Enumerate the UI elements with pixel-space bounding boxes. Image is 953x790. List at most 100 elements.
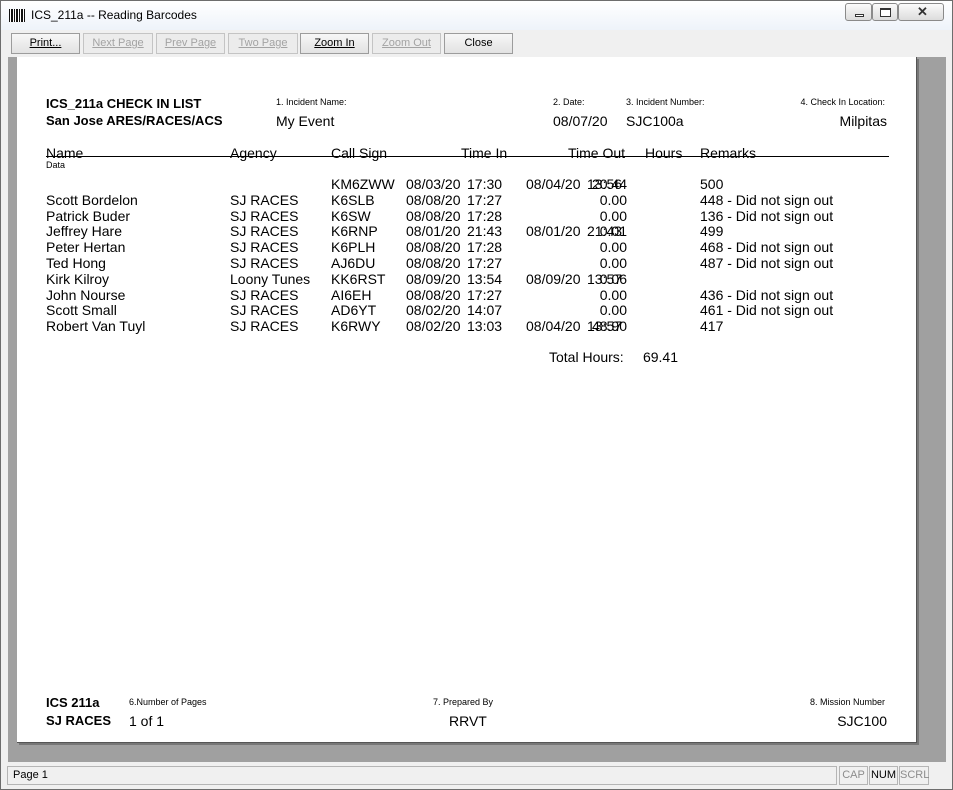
cell-name: Ted Hong	[46, 255, 106, 271]
cell-hours: 48.90	[591, 318, 627, 335]
table-row: Peter Hertan SJ RACES K6PLH 08/08/20 17:28 0.…	[1, 239, 901, 255]
report-org: San Jose ARES/RACES/ACS	[46, 113, 223, 128]
table-row: Scott Bordelon SJ RACES K6SLB 08/08/20 17:27…	[1, 192, 901, 208]
column-header-name: Name	[46, 145, 84, 161]
cell-name: John Nourse	[46, 286, 126, 303]
total-hours-label: Total Hours:	[549, 349, 624, 365]
cell-call-sign: AJ6DU	[331, 255, 376, 271]
cell-call-sign: AD6YT	[331, 302, 377, 319]
maximize-button[interactable]	[872, 3, 898, 21]
close-window-button[interactable]: ✕	[898, 3, 944, 21]
status-page-indicator: Page 1	[7, 766, 837, 785]
zoom-in-button[interactable]: Zoom In	[300, 33, 369, 54]
cell-call-sign: K6PLH	[331, 239, 376, 256]
table-row: KM6ZWW 08/03/20 17:30 08/04/20 13:56 20.44 500	[1, 176, 901, 192]
cell-hours: 0.00	[599, 255, 627, 271]
cell-remarks: 499	[700, 223, 724, 240]
num-lock-indicator: NUM	[869, 766, 898, 785]
cell-name: Peter Hertan	[46, 239, 126, 256]
cell-name: Scott Bordelon	[46, 191, 138, 208]
column-header-remarks: Remarks	[700, 145, 757, 161]
cell-time-in-date: 08/08/20	[406, 255, 461, 271]
cell-hours: 0.00	[599, 239, 627, 256]
date-label: 2. Date:	[553, 97, 585, 107]
cell-agency: SJ RACES	[230, 318, 299, 335]
toolbar: Print... Next Page Prev Page Two Page Zo…	[1, 30, 952, 57]
check-in-location-label: 4. Check In Location:	[800, 97, 885, 107]
cell-call-sign: K6SW	[331, 207, 371, 224]
cell-time-in-time: 17:28	[467, 207, 503, 224]
status-bar: Page 1 CAP NUM SCRL	[1, 763, 952, 789]
prepared-by-label: 7. Prepared By	[433, 697, 494, 707]
cell-name: Jeffrey Hare	[46, 223, 122, 240]
cell-remarks: 461 - Did not sign out	[700, 302, 834, 319]
report-title: ICS_211a CHECK IN LIST	[46, 96, 202, 111]
cell-time-in-date: 08/08/20	[406, 286, 461, 303]
close-icon: ✕	[917, 4, 928, 19]
mission-number-label: 8. Mission Number	[809, 697, 885, 707]
cell-time-out-date: 08/04/20	[526, 318, 581, 335]
prev-page-button[interactable]: Prev Page	[156, 33, 225, 54]
cell-agency: SJ RACES	[230, 302, 299, 319]
footer-form-name: ICS 211a	[46, 695, 100, 710]
table-row: Kirk Kilroy Loony Tunes KK6RST 08/09/20 13:5…	[1, 271, 901, 287]
cell-hours: 20.44	[591, 176, 627, 192]
zoom-out-button[interactable]: Zoom Out	[372, 33, 441, 54]
table-row: Ted Hong SJ RACES AJ6DU 08/08/20 17:27 0.00 48…	[1, 255, 901, 271]
cell-time-out-date: 08/01/20	[526, 223, 581, 240]
two-page-button[interactable]: Two Page	[228, 33, 298, 54]
cell-time-in-time: 21:43	[467, 223, 503, 240]
cell-time-in-date: 08/08/20	[406, 239, 461, 256]
cell-agency: Loony Tunes	[230, 270, 311, 287]
barcode-icon	[9, 9, 25, 22]
number-of-pages: 1 of 1	[129, 713, 165, 729]
total-hours-value: 69.41	[642, 349, 678, 365]
caps-lock-indicator: CAP	[839, 766, 868, 785]
cell-name: Robert Van Tuyl	[46, 318, 146, 335]
report-date: 08/07/20	[553, 113, 608, 129]
minimize-button[interactable]	[845, 3, 872, 21]
cell-time-in-time: 14:07	[467, 302, 503, 319]
cell-agency: SJ RACES	[230, 223, 299, 240]
cell-call-sign: K6RWY	[331, 318, 381, 335]
check-in-location: Milpitas	[839, 113, 887, 129]
minimize-icon	[855, 14, 864, 17]
cell-time-in-date: 08/09/20	[406, 270, 461, 287]
data-label: Data	[46, 160, 66, 170]
close-button[interactable]: Close	[444, 33, 513, 54]
mission-number: SJC100	[837, 713, 887, 729]
cell-time-in-date: 08/08/20	[406, 191, 461, 208]
incident-name: My Event	[276, 113, 335, 129]
cell-name: Patrick Buder	[46, 207, 131, 224]
next-page-button[interactable]: Next Page	[83, 33, 153, 54]
cell-remarks: 436 - Did not sign out	[700, 286, 834, 303]
cell-call-sign: K6SLB	[331, 191, 375, 208]
incident-number: SJC100a	[626, 113, 684, 129]
table-row: Jeffrey Hare SJ RACES K6RNP 08/01/20 21:43 08…	[1, 223, 901, 239]
cell-time-in-time: 17:28	[467, 239, 503, 256]
header-divider	[46, 156, 889, 157]
cell-time-in-time: 17:30	[467, 176, 503, 192]
print-button[interactable]: Print...	[11, 33, 80, 54]
cell-hours: 0.06	[599, 270, 627, 287]
table-row: Patrick Buder SJ RACES K6SW 08/08/20 17:28 0.…	[1, 208, 901, 224]
cell-time-in-date: 08/02/20	[406, 318, 461, 335]
cell-call-sign: KK6RST	[331, 270, 386, 287]
number-of-pages-label: 6.Number of Pages	[129, 697, 207, 707]
cell-time-in-time: 17:27	[467, 255, 503, 271]
cell-hours: 0.00	[599, 191, 627, 208]
cell-remarks: 417	[700, 318, 724, 335]
cell-remarks: 487 - Did not sign out	[700, 255, 834, 271]
maximize-icon	[880, 8, 891, 17]
cell-time-in-time: 13:54	[467, 270, 503, 287]
footer-org: SJ RACES	[46, 713, 112, 728]
cell-hours: 0.00	[599, 302, 627, 319]
cell-call-sign: KM6ZWW	[331, 176, 395, 192]
column-header-hours: Hours	[645, 145, 683, 161]
incident-number-label: 3. Incident Number:	[626, 97, 705, 107]
prepared-by: RRVT	[449, 713, 487, 729]
cell-remarks: 500	[700, 176, 724, 192]
print-preview-window: ICS_211a -- Reading Barcodes ✕ Print... …	[0, 0, 953, 790]
window-title: ICS_211a -- Reading Barcodes	[31, 8, 197, 22]
cell-name: Scott Small	[46, 302, 117, 319]
